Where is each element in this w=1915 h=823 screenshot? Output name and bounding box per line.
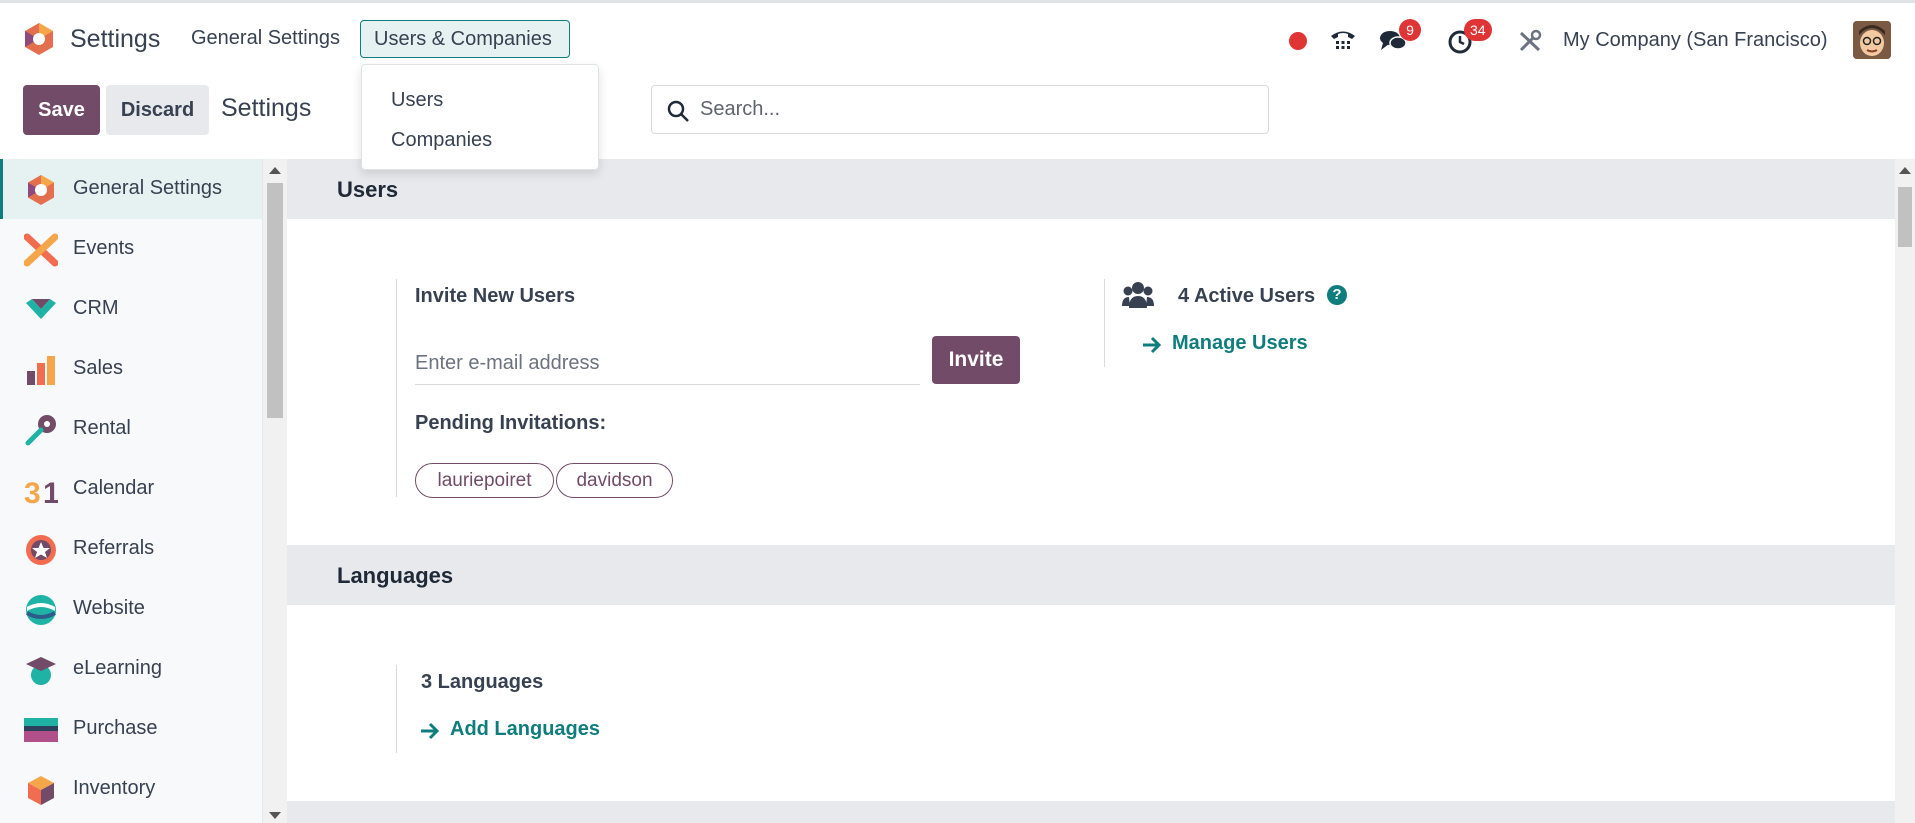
sidebar-scroll-thumb[interactable] <box>267 183 283 418</box>
svg-text:3: 3 <box>24 477 41 507</box>
sidebar-item-label: Calendar <box>73 477 155 499</box>
arrow-right-icon <box>421 722 440 740</box>
companies-section-header <box>287 801 1895 823</box>
record-dot-icon[interactable] <box>1289 32 1307 50</box>
languages-count: 3 Languages <box>421 671 544 693</box>
section-title: Users <box>337 177 399 202</box>
menu-users-companies[interactable]: Users & Companies <box>360 20 570 58</box>
main-scroll-thumb[interactable] <box>1898 187 1912 247</box>
settings-main: Users Invite New Users Invite Pending In… <box>287 159 1895 823</box>
add-languages-link[interactable]: Add Languages <box>450 718 600 741</box>
sidebar-item-label: Rental <box>73 417 131 439</box>
website-icon <box>26 595 56 625</box>
menu-general-settings[interactable]: General Settings <box>178 20 353 58</box>
sidebar-item-sales[interactable]: Sales <box>0 339 262 399</box>
dropdown-item-users[interactable]: Users <box>391 89 443 112</box>
discard-button[interactable]: Discard <box>106 85 209 135</box>
sidebar-item-inventory[interactable]: Inventory <box>0 759 262 819</box>
pending-invitation-tag[interactable]: lauriepoiret <box>415 463 554 498</box>
user-avatar[interactable] <box>1853 21 1891 59</box>
sidebar-scrollbar[interactable] <box>263 159 287 823</box>
sidebar-item-label: Referrals <box>73 537 155 559</box>
search-box[interactable] <box>651 85 1269 134</box>
help-icon[interactable]: ? <box>1327 285 1347 305</box>
sidebar-item-crm[interactable]: CRM <box>0 279 262 339</box>
email-input[interactable] <box>415 343 920 385</box>
calendar-icon: 3 1 <box>24 477 58 507</box>
invite-button[interactable]: Invite <box>932 336 1020 384</box>
settings-icon <box>28 175 54 205</box>
main-scrollbar[interactable] <box>1895 159 1915 823</box>
svg-text:1: 1 <box>43 477 58 507</box>
sidebar-item-events[interactable]: Events <box>0 219 262 279</box>
search-icon <box>667 100 689 122</box>
settings-sidebar: General Settings Events CRM Sales Rental <box>0 159 263 823</box>
languages-section-header: Languages <box>287 545 1895 605</box>
sidebar-item-label: Sales <box>73 357 124 379</box>
save-button[interactable]: Save <box>23 85 100 135</box>
sidebar-item-general-settings[interactable]: General Settings <box>0 159 262 219</box>
dropdown-item-companies[interactable]: Companies <box>391 129 492 152</box>
pending-invitations-label: Pending Invitations: <box>415 412 607 434</box>
elearning-icon <box>26 657 56 685</box>
sidebar-item-calendar[interactable]: 3 1 Calendar <box>0 459 262 519</box>
rental-icon <box>25 415 56 446</box>
sidebar-item-label: eLearning <box>73 657 162 679</box>
sidebar-item-referrals[interactable]: Referrals <box>0 519 262 579</box>
divider <box>396 279 397 497</box>
app-name[interactable]: Settings <box>70 25 160 54</box>
users-companies-dropdown: Users Companies <box>361 64 599 170</box>
pending-invitation-tag[interactable]: davidson <box>556 463 673 498</box>
avatar-face-icon <box>1853 21 1891 59</box>
sidebar-item-label: CRM <box>73 297 119 319</box>
inventory-icon <box>28 776 54 805</box>
breadcrumb: Settings <box>221 94 312 122</box>
settings-app-icon[interactable] <box>22 22 56 56</box>
scroll-up-icon[interactable] <box>1899 167 1911 174</box>
sidebar-item-label: Purchase <box>73 717 158 739</box>
invite-users-label: Invite New Users <box>415 285 576 307</box>
company-switcher[interactable]: My Company (San Francisco) <box>1563 29 1828 52</box>
manage-users-link[interactable]: Manage Users <box>1172 332 1308 355</box>
crm-icon <box>26 299 56 319</box>
divider <box>396 665 397 753</box>
phone-icon[interactable] <box>1329 27 1357 55</box>
scroll-down-icon[interactable] <box>269 812 281 819</box>
top-navbar: Settings General Settings Users & Compan… <box>0 3 1915 75</box>
sidebar-item-rental[interactable]: Rental <box>0 399 262 459</box>
section-title: Languages <box>337 563 454 588</box>
users-group-icon <box>1122 282 1154 308</box>
messages-badge: 9 <box>1399 19 1421 41</box>
search-input[interactable] <box>700 86 1260 133</box>
sales-icon <box>27 356 55 385</box>
tools-icon[interactable] <box>1516 27 1544 55</box>
sidebar-item-elearning[interactable]: eLearning <box>0 639 262 699</box>
activities-badge: 34 <box>1464 19 1492 41</box>
purchase-icon <box>24 718 58 742</box>
sidebar-item-label: Website <box>73 597 145 619</box>
sidebar-item-purchase[interactable]: Purchase <box>0 699 262 759</box>
sidebar-item-label: Inventory <box>73 777 156 799</box>
sidebar-item-label: Events <box>73 237 135 259</box>
sidebar-item-website[interactable]: Website <box>0 579 262 639</box>
arrow-right-icon <box>1143 336 1162 354</box>
divider <box>1104 279 1105 367</box>
events-icon <box>24 233 58 267</box>
sidebar-item-label: General Settings <box>73 177 222 199</box>
active-users-count: 4 Active Users <box>1178 285 1316 307</box>
referrals-icon <box>26 535 56 565</box>
scroll-up-icon[interactable] <box>269 167 281 174</box>
